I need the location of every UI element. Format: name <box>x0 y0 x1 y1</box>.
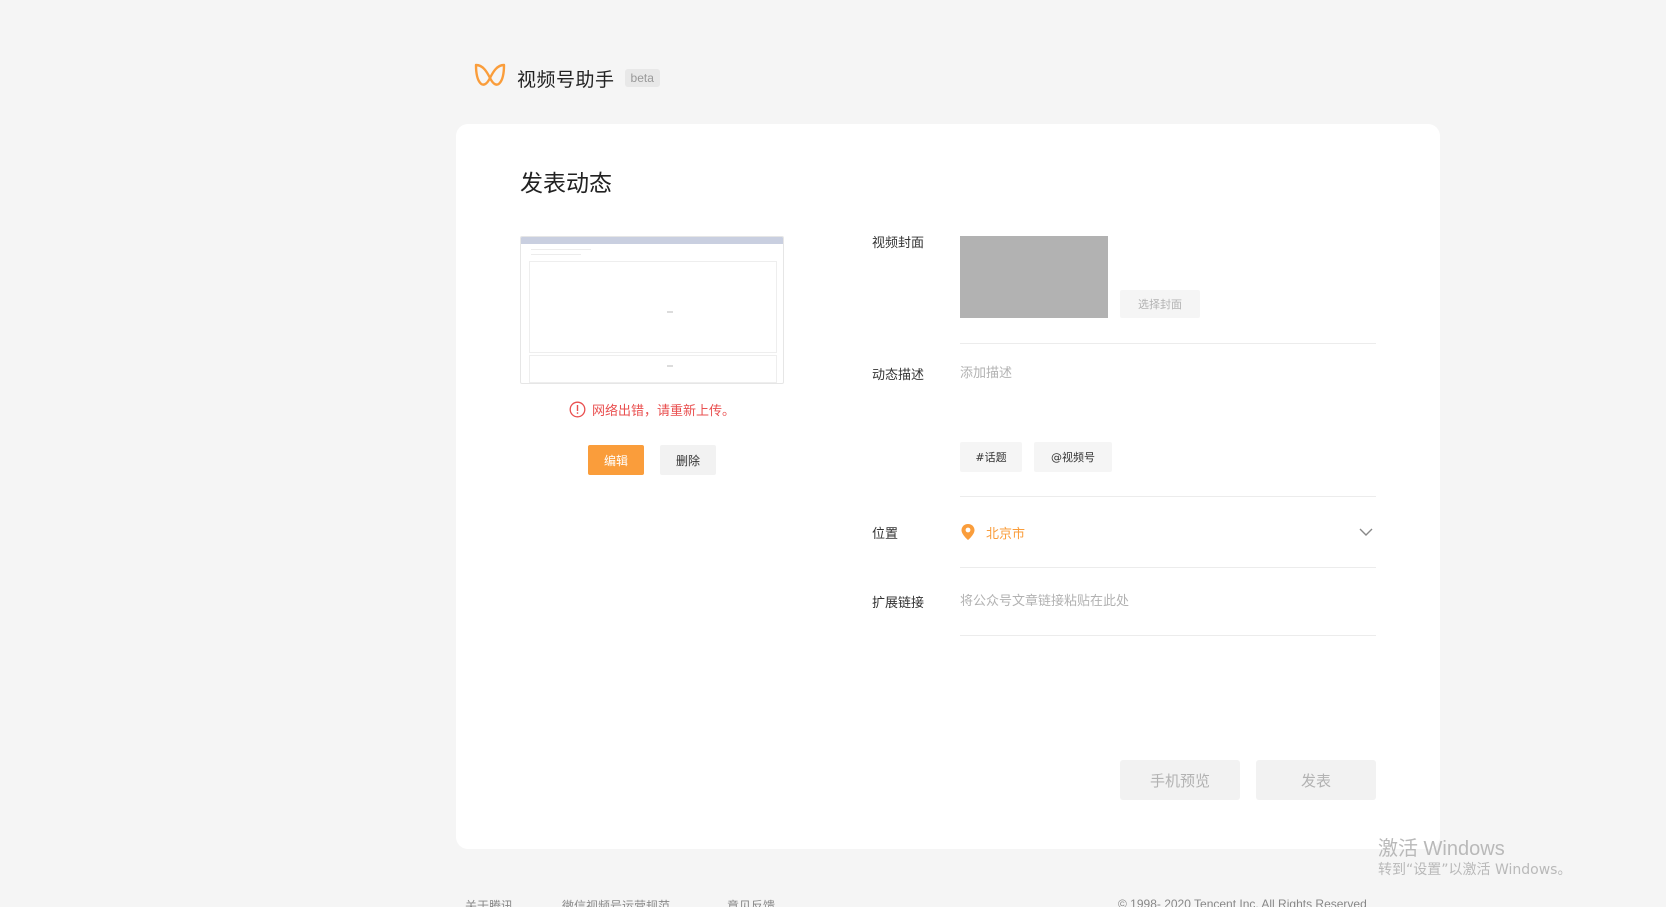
header: 视频号助手 beta <box>473 60 660 96</box>
divider <box>960 343 1376 344</box>
thumbnail-mark <box>667 311 673 313</box>
map-pin-icon <box>960 523 976 541</box>
delete-button[interactable]: 删除 <box>660 445 716 475</box>
footer-link-rules[interactable]: 微信视频号运营规范 <box>562 897 670 907</box>
extension-link-input[interactable] <box>960 590 1376 612</box>
topic-button[interactable]: #话题 <box>960 442 1022 472</box>
edit-button[interactable]: 编辑 <box>588 445 644 475</box>
phone-preview-button[interactable]: 手机预览 <box>1120 760 1240 800</box>
thumbnail-mark <box>667 365 673 367</box>
location-select[interactable]: 北京市 <box>960 520 1376 544</box>
video-thumbnail[interactable] <box>520 236 784 384</box>
choose-cover-button[interactable]: 选择封面 <box>1120 290 1200 318</box>
publish-button[interactable]: 发表 <box>1256 760 1376 800</box>
divider <box>960 567 1376 568</box>
publish-card: 发表动态 网络出错，请重新上传。 编辑 删除 视频封面 选择封面 动态描述 #话… <box>456 124 1440 849</box>
chevron-down-icon[interactable] <box>1358 524 1374 540</box>
thumbnail-line <box>531 254 581 255</box>
cover-placeholder[interactable] <box>960 236 1108 318</box>
windows-watermark-title: 激活 Windows <box>1378 838 1505 860</box>
divider <box>960 635 1376 636</box>
description-input[interactable] <box>960 362 1376 384</box>
footer-link-about[interactable]: 关于腾讯 <box>465 897 513 907</box>
beta-badge: beta <box>624 69 660 87</box>
divider <box>960 496 1376 497</box>
thumbnail-panel <box>529 355 777 383</box>
butterfly-logo-icon <box>473 62 507 94</box>
cover-label: 视频封面 <box>872 236 925 251</box>
windows-watermark-subtitle: 转到“设置”以激活 Windows。 <box>1378 862 1572 878</box>
mention-button[interactable]: @视频号 <box>1034 442 1112 472</box>
thumbnail-panel <box>529 261 777 353</box>
upload-error: 网络出错，请重新上传。 <box>520 400 784 419</box>
thumbnail-toolbar <box>521 237 783 244</box>
copyright: © 1998- 2020 Tencent Inc. All Rights Res… <box>1118 897 1367 907</box>
location-value: 北京市 <box>986 526 1026 542</box>
upload-error-text: 网络出错，请重新上传。 <box>591 404 735 419</box>
description-label: 动态描述 <box>872 368 925 383</box>
thumbnail-line <box>531 249 591 250</box>
footer-link-feedback[interactable]: 意见反馈 <box>727 897 775 907</box>
page-title: 发表动态 <box>520 171 612 197</box>
extension-link-label: 扩展链接 <box>872 596 925 611</box>
location-label: 位置 <box>872 527 899 542</box>
exclamation-circle-icon <box>569 401 586 418</box>
app-title: 视频号助手 <box>517 68 615 91</box>
